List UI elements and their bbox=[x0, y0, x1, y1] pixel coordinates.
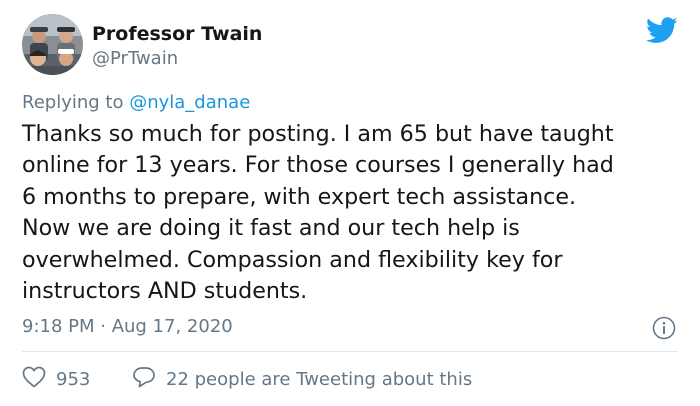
tweet-text-line: Thanks so much for posting. I am 65 but … bbox=[22, 121, 614, 147]
reply-context: Replying to @nyla_danae bbox=[22, 92, 250, 113]
avatar[interactable] bbox=[22, 14, 83, 75]
like-count: 953 bbox=[56, 368, 91, 390]
tweet-text-line: instructors AND students. bbox=[22, 278, 308, 305]
profile-photo-icon bbox=[22, 14, 83, 75]
like-button[interactable]: 953 bbox=[22, 366, 90, 392]
info-icon[interactable] bbox=[652, 316, 676, 340]
speech-bubble-icon bbox=[132, 366, 156, 392]
twitter-bird-icon[interactable] bbox=[646, 17, 678, 44]
tweet-text-line: Now we are doing it fast and our tech he… bbox=[22, 215, 520, 242]
tweet-text-line: online for 13 years. For those courses I… bbox=[22, 152, 614, 179]
tweet-timestamp[interactable]: 9:18 PM · Aug 17, 2020 bbox=[22, 316, 233, 337]
conversation-label: 22 people are Tweeting about this bbox=[166, 368, 473, 390]
tweet-card: Professor Twain @PrTwain Replying to @ny… bbox=[0, 0, 700, 406]
author-handle[interactable]: @PrTwain bbox=[92, 48, 178, 69]
divider bbox=[22, 351, 678, 352]
conversation-link[interactable]: 22 people are Tweeting about this bbox=[132, 366, 472, 392]
tweet-text-line: overwhelmed. Compassion and flexibility … bbox=[22, 246, 563, 273]
author-display-name[interactable]: Professor Twain bbox=[92, 23, 262, 45]
heart-icon bbox=[22, 366, 46, 392]
tweet-text: Thanks so much for posting. I am 65 but … bbox=[22, 119, 694, 307]
reply-prefix: Replying to bbox=[22, 92, 124, 113]
reply-mention-link[interactable]: @nyla_danae bbox=[129, 92, 250, 113]
tweet-text-line: 6 months to prepare, with expert tech as… bbox=[22, 183, 577, 210]
